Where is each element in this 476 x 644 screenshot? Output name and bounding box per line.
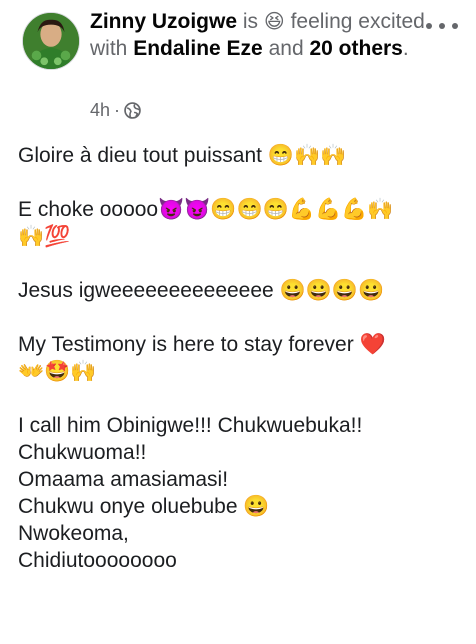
post-body: Gloire à dieu tout puissant 😁🙌🙌 E choke … — [18, 142, 458, 601]
and-text: and — [268, 37, 304, 60]
post-meta: 4h · — [90, 100, 141, 121]
more-dot-icon — [426, 23, 432, 29]
meta-separator: · — [114, 100, 121, 120]
globe-icon[interactable] — [124, 102, 141, 119]
post-line: Chukwu onye oluebube 😀 — [18, 495, 270, 518]
post-paragraph: My Testimony is here to stay forever ❤️ … — [18, 331, 458, 385]
post-line: Chukwuoma!! — [18, 441, 147, 464]
more-dot-icon — [452, 23, 458, 29]
post-line: My Testimony is here to stay forever ❤️ — [18, 333, 386, 356]
post-paragraph: Jesus igweeeeeeeeeeeeee 😀😀😀😀 — [18, 277, 458, 304]
post-line: Nwokeoma, — [18, 522, 129, 545]
is-text: is — [242, 10, 259, 33]
avatar[interactable] — [22, 12, 80, 70]
tagged-others-link[interactable]: 20 others — [309, 37, 402, 60]
tagged-user-link[interactable]: Endaline Eze — [133, 37, 263, 60]
feeling-emoji: 😆 — [263, 9, 285, 33]
post-line: Jesus igweeeeeeeeeeeeee 😀😀😀😀 — [18, 279, 385, 302]
post-time[interactable]: 4h — [90, 100, 110, 121]
post-paragraph: I call him Obinigwe!!! Chukwuebuka!! Chu… — [18, 412, 458, 574]
post-header-text: Zinny Uzoigwe is 😆 feeling excited with … — [90, 8, 430, 62]
post-line: I call him Obinigwe!!! Chukwuebuka!! — [18, 414, 363, 437]
author-name[interactable]: Zinny Uzoigwe — [90, 10, 237, 33]
post-header: Zinny Uzoigwe is 😆 feeling excited with … — [18, 8, 458, 124]
post-line: Omaama amasiamasi! — [18, 468, 229, 491]
post-line: E choke ooooo😈😈😁😁😁💪💪💪🙌 — [18, 198, 394, 221]
post-paragraph: E choke ooooo😈😈😁😁😁💪💪💪🙌 🙌💯 — [18, 196, 458, 250]
post-line: Chidiutoooooooo — [18, 549, 177, 572]
more-dot-icon — [439, 23, 445, 29]
post-paragraph: Gloire à dieu tout puissant 😁🙌🙌 — [18, 142, 458, 169]
period-text: . — [402, 37, 409, 60]
post-line: 🙌💯 — [18, 225, 71, 248]
post-line: 👐🤩🙌 — [18, 360, 97, 383]
post-line: Gloire à dieu tout puissant 😁🙌🙌 — [18, 144, 347, 167]
more-options-button[interactable] — [426, 16, 458, 36]
